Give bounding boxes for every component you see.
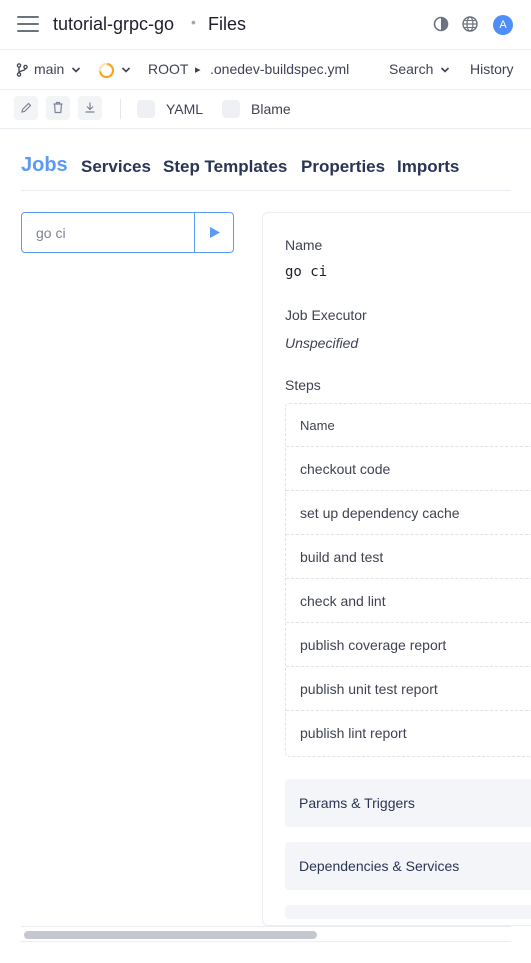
buildspec-tabs: Jobs Services Step Templates Properties … bbox=[21, 150, 511, 191]
avatar[interactable]: A bbox=[493, 15, 513, 35]
yaml-toggle[interactable] bbox=[137, 100, 155, 118]
tab-jobs[interactable]: Jobs bbox=[21, 154, 68, 177]
step-row[interactable]: publish coverage report bbox=[286, 623, 531, 667]
section-title: Params & Triggers bbox=[299, 795, 415, 811]
step-name: set up dependency cache bbox=[300, 505, 460, 521]
run-job-button[interactable] bbox=[194, 213, 234, 252]
step-row[interactable]: set up dependency cache bbox=[286, 491, 531, 535]
steps-table-header: Name bbox=[286, 404, 531, 447]
step-row[interactable]: checkout code bbox=[286, 447, 531, 491]
job-selector-value[interactable]: go ci bbox=[36, 225, 66, 241]
build-status-icon[interactable] bbox=[98, 62, 115, 79]
job-executor-value: Unspecified bbox=[285, 335, 359, 351]
tab-services[interactable]: Services bbox=[81, 157, 151, 177]
top-bar: tutorial-grpc-go • Files A bbox=[0, 0, 531, 50]
path-separator: ▸ bbox=[195, 64, 201, 76]
step-name: check and lint bbox=[300, 593, 386, 609]
project-name[interactable]: tutorial-grpc-go bbox=[53, 14, 174, 35]
git-branch-icon bbox=[16, 63, 28, 77]
breadcrumb-separator: • bbox=[191, 14, 196, 30]
job-executor-label: Job Executor bbox=[285, 307, 367, 323]
step-name: publish unit test report bbox=[300, 681, 438, 697]
download-icon bbox=[85, 102, 95, 113]
blame-toggle-label[interactable]: Blame bbox=[251, 101, 291, 117]
tab-properties[interactable]: Properties bbox=[301, 157, 385, 177]
delete-button[interactable] bbox=[46, 96, 70, 120]
language-globe-icon[interactable] bbox=[461, 15, 479, 33]
menu-icon[interactable] bbox=[17, 14, 39, 34]
yaml-toggle-label[interactable]: YAML bbox=[166, 101, 203, 117]
chevron-down-icon[interactable] bbox=[121, 66, 131, 74]
search-menu[interactable]: Search bbox=[389, 61, 433, 77]
path-root-link[interactable]: ROOT bbox=[148, 61, 188, 77]
branch-bar: main ROOT ▸ .onedev-buildspec.yml Search… bbox=[0, 50, 531, 90]
step-row[interactable]: build and test bbox=[286, 535, 531, 579]
job-detail-panel: Name go ci Job Executor Unspecified Step… bbox=[262, 212, 531, 926]
step-row[interactable]: publish unit test report bbox=[286, 667, 531, 711]
steps-label: Steps bbox=[285, 377, 321, 393]
trash-icon bbox=[53, 101, 63, 114]
theme-toggle-icon[interactable] bbox=[432, 15, 450, 33]
tab-step-templates[interactable]: Step Templates bbox=[163, 157, 287, 177]
blame-toggle[interactable] bbox=[222, 100, 240, 118]
chevron-down-icon[interactable] bbox=[440, 66, 450, 74]
scrollbar-thumb[interactable] bbox=[24, 931, 317, 939]
pencil-icon bbox=[21, 102, 32, 113]
page-title: Files bbox=[208, 14, 247, 34]
steps-table: Name checkout code set up dependency cac… bbox=[285, 403, 531, 757]
step-name: publish lint report bbox=[300, 725, 407, 741]
tab-imports[interactable]: Imports bbox=[397, 157, 459, 177]
step-name: checkout code bbox=[300, 461, 391, 477]
download-button[interactable] bbox=[78, 96, 102, 120]
play-icon bbox=[210, 227, 220, 238]
collapsed-section-partial[interactable] bbox=[285, 905, 531, 919]
step-row[interactable]: check and lint bbox=[286, 579, 531, 623]
job-selector[interactable]: go ci bbox=[21, 212, 234, 253]
file-name: .onedev-buildspec.yml bbox=[210, 61, 350, 77]
step-name: build and test bbox=[300, 549, 384, 565]
toolbar-divider bbox=[120, 99, 121, 119]
horizontal-scrollbar[interactable] bbox=[21, 926, 511, 942]
file-toolbar: YAML Blame bbox=[0, 90, 531, 129]
section-title: Dependencies & Services bbox=[299, 858, 460, 874]
chevron-down-icon[interactable] bbox=[71, 66, 81, 74]
name-label: Name bbox=[285, 237, 323, 253]
step-name: publish coverage report bbox=[300, 637, 447, 653]
edit-button[interactable] bbox=[14, 96, 38, 120]
params-triggers-section[interactable]: Params & Triggers bbox=[285, 779, 531, 827]
steps-column-name: Name bbox=[300, 418, 335, 433]
step-row[interactable]: publish lint report bbox=[286, 711, 531, 755]
history-link[interactable]: History bbox=[470, 61, 514, 77]
branch-selector[interactable]: main bbox=[34, 61, 64, 77]
dependencies-services-section[interactable]: Dependencies & Services bbox=[285, 842, 531, 890]
job-name-value: go ci bbox=[285, 264, 328, 280]
